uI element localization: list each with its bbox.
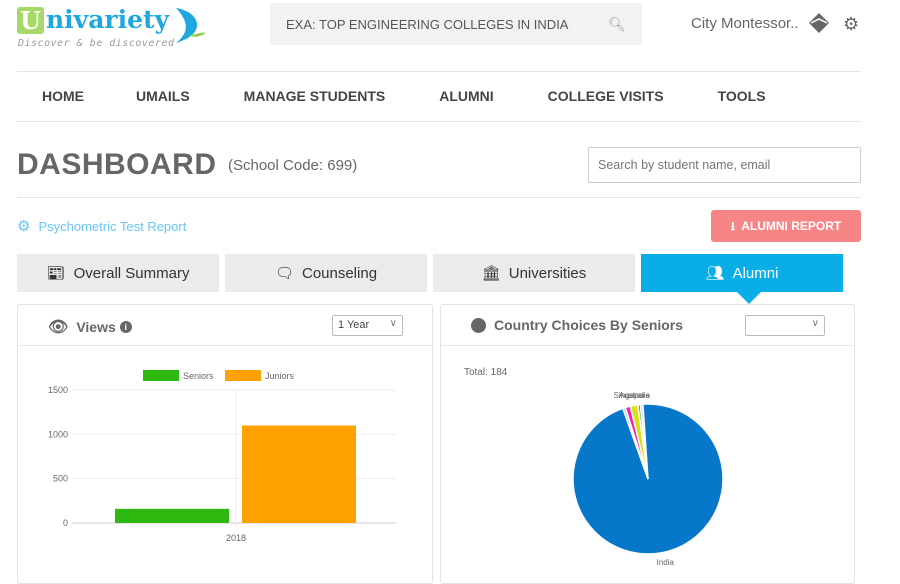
main-nav: HOME UMAILS MANAGE STUDENTS ALUMNI COLLE… — [17, 72, 793, 121]
tab-overall-summary[interactable]: 📰︎ Overall Summary — [17, 254, 219, 292]
country-panel: Country Choices By Seniors ∨ Total: 184 … — [440, 304, 855, 584]
legend-label: Seniors — [183, 371, 214, 381]
student-search-input[interactable] — [588, 147, 861, 183]
globe-icon — [471, 317, 486, 333]
nav-tools[interactable]: TOOLS — [691, 72, 793, 121]
pie-label: Singapore — [614, 391, 651, 400]
views-period-select[interactable]: 1 Year ∨ — [332, 315, 403, 336]
bar-juniors — [242, 425, 356, 523]
search-placeholder: EXA: TOP ENGINEERING COLLEGES IN INDIA — [286, 17, 569, 32]
chevron-down-icon: ∨ — [811, 318, 819, 329]
info-icon[interactable]: i — [119, 321, 132, 333]
pie-label: India — [657, 558, 675, 567]
eye-icon: 👁︎ — [48, 319, 69, 336]
univariety-logo[interactable]: U nivariety Discover & be discovered — [17, 5, 207, 50]
nav-alumni[interactable]: ALUMNI — [412, 72, 520, 121]
tab-alumni[interactable]: 👥︎ Alumni — [641, 254, 843, 304]
gear-icon[interactable]: ⚙ — [843, 14, 859, 35]
tab-label: Universities — [508, 264, 587, 282]
tab-label: Alumni — [732, 264, 779, 282]
user-menu[interactable]: City Montessor.. — [691, 15, 799, 32]
legend-swatch — [225, 370, 261, 381]
y-tick-label: 500 — [53, 474, 68, 484]
country-title-text: Country Choices By Seniors — [494, 317, 684, 333]
school-code: (School Code: 699) — [228, 157, 358, 174]
legend-label: Juniors — [265, 371, 295, 381]
download-icon: ⭳ — [730, 219, 735, 233]
x-tick-label: 2018 — [226, 533, 246, 543]
alumni-report-button[interactable]: ⭳ ALUMNI REPORT — [711, 210, 861, 242]
psychometric-link-label: Psychometric Test Report — [38, 218, 187, 234]
nav-home[interactable]: HOME — [17, 72, 109, 121]
users-icon: 👥︎ — [705, 265, 725, 282]
country-pie-chart: AustraliaIndiaSingapore — [572, 391, 724, 567]
tab-universities[interactable]: 🏛︎ Universities — [433, 254, 635, 292]
tab-counseling[interactable]: 🗨︎ Counseling — [225, 254, 427, 292]
page-title: DASHBOARD — [17, 148, 217, 181]
university-icon: 🏛︎ — [481, 265, 501, 282]
global-search-input[interactable]: EXA: TOP ENGINEERING COLLEGES IN INDIA 🔍… — [270, 3, 642, 45]
logo-wordmark: nivariety — [46, 5, 170, 34]
chevron-down-icon: ∨ — [389, 318, 397, 329]
divider — [17, 197, 861, 198]
views-panel: 👁︎ Views i 1 Year ∨ 0 500 1000 1500 2018 Seniors… — [17, 304, 433, 584]
bar-seniors — [115, 508, 229, 523]
y-tick-label: 0 — [63, 518, 68, 528]
views-bar-chart: 0 500 1000 1500 2018 Seniors Juniors — [48, 370, 396, 543]
newspaper-icon: 📰︎ — [46, 265, 66, 282]
mail-icon[interactable] — [809, 13, 829, 38]
select-value: 1 Year — [338, 319, 370, 331]
cogs-icon: ⚙ — [17, 218, 31, 235]
y-tick-label: 1500 — [48, 385, 68, 395]
country-period-select[interactable]: ∨ — [745, 315, 825, 336]
bird-icon — [176, 8, 206, 43]
divider — [17, 121, 861, 122]
logo-tagline: Discover & be discovered — [18, 38, 175, 49]
views-title: 👁︎ Views i — [48, 317, 132, 337]
comments-icon: 🗨︎ — [274, 265, 294, 282]
tab-label: Overall Summary — [73, 264, 190, 282]
nav-manage-students[interactable]: MANAGE STUDENTS — [217, 72, 413, 121]
logo-initial: U — [17, 7, 44, 34]
psychometric-report-link[interactable]: ⚙ Psychometric Test Report — [17, 217, 186, 235]
alumni-report-label: ALUMNI REPORT — [741, 219, 842, 233]
country-title: Country Choices By Seniors — [471, 317, 683, 333]
tab-label: Counseling — [301, 264, 378, 282]
legend-swatch — [143, 370, 179, 381]
y-tick-label: 1000 — [48, 429, 68, 439]
nav-college-visits[interactable]: COLLEGE VISITS — [521, 72, 691, 121]
nav-umails[interactable]: UMAILS — [109, 72, 217, 121]
search-icon[interactable]: 🔍︎ — [608, 16, 626, 33]
views-title-text: Views — [76, 319, 116, 335]
